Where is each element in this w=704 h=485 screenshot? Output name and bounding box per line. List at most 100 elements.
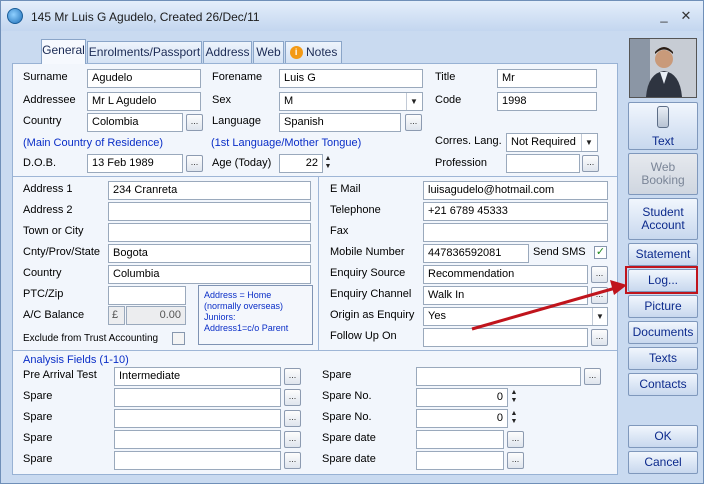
profession-lookup-button[interactable]: ... [582,155,599,172]
tab-enrolments-passport[interactable]: Enrolments/Passport [87,41,202,63]
address1-field[interactable]: 234 Cranreta [108,181,311,200]
send-sms-checkbox[interactable]: ✓ [594,246,607,259]
address2-field[interactable] [108,202,311,221]
spare-field[interactable] [416,367,581,386]
address-country-label: Country [23,267,62,279]
spare-field[interactable] [114,451,281,470]
web-booking-button[interactable]: Web Booking [628,153,698,195]
title-field[interactable]: Mr [497,69,597,88]
profession-field[interactable] [506,154,580,173]
origin-select[interactable]: Yes [423,307,608,326]
ok-button[interactable]: OK [628,425,698,448]
tab-web[interactable]: Web [253,41,284,63]
spare-label: Spare [23,453,53,465]
age-spinner[interactable]: ▲ ▼ [322,155,334,172]
chevron-down-icon[interactable]: ▼ [592,308,607,325]
exclude-trust-checkbox[interactable] [172,332,185,345]
follow-up-label: Follow Up On [330,330,397,342]
town-field[interactable] [108,223,311,242]
spare-no-field[interactable]: 0 [416,388,508,407]
enquiry-source-lookup-button[interactable]: ... [591,266,608,283]
follow-up-picker-button[interactable]: ... [591,329,608,346]
spare-date-field[interactable] [416,451,504,470]
close-button[interactable]: ✕ [678,9,694,23]
spare-field[interactable] [114,430,281,449]
texts-button[interactable]: Texts [628,347,698,370]
statement-button[interactable]: Statement [628,243,698,266]
pre-arrival-lookup-button[interactable]: ... [284,368,301,385]
spare-lookup-button[interactable]: ... [284,389,301,406]
country-lookup-button[interactable]: ... [186,114,203,131]
forename-field[interactable]: Luis G [279,69,423,88]
enquiry-channel-field[interactable]: Walk In [423,286,588,305]
student-photo[interactable] [629,38,697,98]
tab-notes[interactable]: i Notes [285,41,342,63]
note-line: Juniors: [204,312,236,322]
spare-field[interactable] [114,388,281,407]
spare-date-field[interactable] [416,430,504,449]
tab-address[interactable]: Address [203,41,252,63]
spare-no-spinner[interactable]: ▲ ▼ [508,410,520,427]
mobile-label: Mobile Number [330,246,405,258]
chevron-down-icon[interactable]: ▼ [581,134,596,151]
pre-arrival-field[interactable]: Intermediate [114,367,281,386]
spare-label: Spare [23,411,53,423]
sex-select[interactable]: M [279,92,423,111]
enquiry-channel-lookup-button[interactable]: ... [591,287,608,304]
minimize-button[interactable]: _ [656,9,672,23]
exclude-trust-label: Exclude from Trust Accounting [23,333,159,344]
addressee-label: Addressee [23,94,76,106]
spare-lookup-button[interactable]: ... [284,431,301,448]
chevron-down-icon[interactable]: ▼ [406,93,421,110]
spare-date-picker-button[interactable]: ... [507,452,524,469]
county-field[interactable]: Bogota [108,244,311,263]
spare-date-picker-button[interactable]: ... [507,431,524,448]
note-line: Address = Home [204,290,272,300]
web-booking-label-2: Booking [641,173,685,187]
corres-lang-label: Corres. Lang. [435,135,502,147]
spare-no-field[interactable]: 0 [416,409,508,428]
spare-lookup-button[interactable]: ... [284,452,301,469]
spare-lookup-button[interactable]: ... [284,410,301,427]
dob-field[interactable]: 13 Feb 1989 [87,154,183,173]
dob-picker-button[interactable]: ... [186,155,203,172]
text-button[interactable]: Text [628,102,698,150]
county-label: Cnty/Prov/State [23,246,101,258]
currency-symbol: £ [108,306,125,325]
mobile-field[interactable]: 447836592081 [423,244,529,263]
spare-lookup-button[interactable]: ... [584,368,601,385]
language-lookup-button[interactable]: ... [405,114,422,131]
enquiry-source-field[interactable]: Recommendation [423,265,588,284]
tab-general[interactable]: General [41,39,86,64]
spare-date-label: Spare date [322,432,376,444]
spare-label: Spare [23,432,53,444]
title-label: Title [435,71,456,83]
addressee-field[interactable]: Mr L Agudelo [87,92,201,111]
student-account-button[interactable]: Student Account [628,198,698,240]
spare-label: Spare [23,390,53,402]
title-bar[interactable]: 145 Mr Luis G Agudelo, Created 26/Dec/11… [1,1,703,31]
code-field[interactable]: 1998 [497,92,597,111]
code-label: Code [435,94,462,106]
spare-field[interactable] [114,409,281,428]
contacts-button[interactable]: Contacts [628,373,698,396]
email-field[interactable]: luisagudelo@hotmail.com [423,181,608,200]
telephone-label: Telephone [330,204,381,216]
picture-button[interactable]: Picture [628,295,698,318]
spare-no-spinner[interactable]: ▲ ▼ [508,389,520,406]
town-label: Town or City [23,225,84,237]
documents-button[interactable]: Documents [628,321,698,344]
ptc-field[interactable] [108,286,186,305]
cancel-button[interactable]: Cancel [628,451,698,474]
spin-up-icon: ▲ [324,155,332,162]
telephone-field[interactable]: +21 6789 45333 [423,202,608,221]
follow-up-field[interactable] [423,328,588,347]
surname-field[interactable]: Agudelo [87,69,201,88]
language-field[interactable]: Spanish [279,113,401,132]
age-field[interactable]: 22 [279,154,323,173]
address-country-field[interactable]: Columbia [108,265,311,284]
address1-label: Address 1 [23,183,73,195]
country-field[interactable]: Colombia [87,113,183,132]
fax-field[interactable] [423,223,608,242]
language-note: (1st Language/Mother Tongue) [211,137,362,149]
